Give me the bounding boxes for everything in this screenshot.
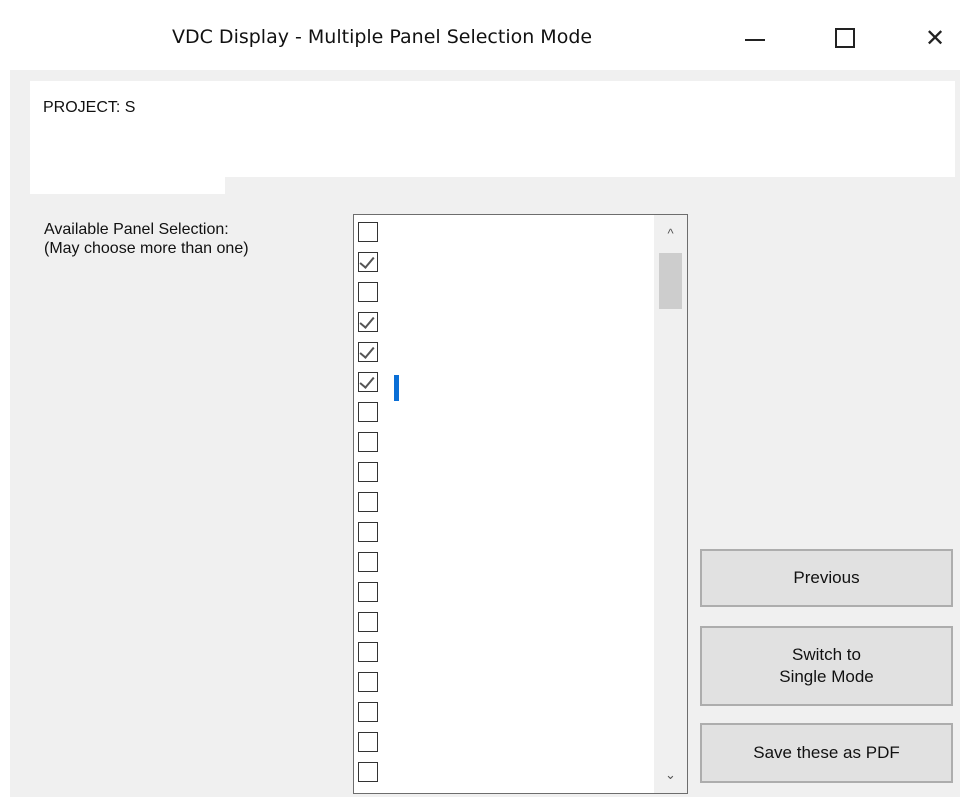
previous-button[interactable]: Previous [700, 549, 953, 607]
minimize-button[interactable] [732, 18, 778, 58]
vertical-scrollbar[interactable]: ^ ⌄ [654, 215, 687, 793]
scroll-down-button[interactable]: ⌄ [654, 759, 687, 791]
selection-highlight-left [394, 375, 399, 401]
panel-checkbox[interactable] [358, 642, 378, 662]
switch-button-label: Switch to Single Mode [779, 645, 874, 686]
panel-checked-listbox[interactable]: ^ ⌄ [353, 214, 688, 794]
panel-checkbox[interactable] [358, 552, 378, 572]
previous-button-label: Previous [793, 568, 860, 587]
project-info-panel-extension [30, 122, 225, 194]
list-item[interactable] [356, 398, 652, 428]
panel-checkbox[interactable] [358, 612, 378, 632]
chevron-down-icon: ⌄ [665, 767, 676, 782]
list-item[interactable] [356, 698, 652, 728]
minimize-icon [745, 39, 765, 41]
list-item[interactable] [356, 248, 652, 278]
available-panel-label: Available Panel Selection: (May choose m… [44, 221, 249, 257]
list-item[interactable] [356, 518, 652, 548]
window-title: VDC Display - Multiple Panel Selection M… [172, 26, 593, 48]
save-pdf-button-label: Save these as PDF [753, 743, 900, 762]
panel-checkbox[interactable] [358, 252, 378, 272]
chevron-up-icon: ^ [667, 225, 674, 241]
list-item[interactable] [356, 578, 652, 608]
list-item[interactable] [356, 458, 652, 488]
close-button[interactable]: ✕ [912, 18, 958, 58]
list-item[interactable] [356, 218, 652, 248]
panel-checkbox[interactable] [358, 462, 378, 482]
form-body: PROJECT: S Available Panel Selection: (M… [10, 70, 960, 797]
list-item[interactable] [356, 728, 652, 758]
scroll-up-button[interactable]: ^ [654, 217, 687, 249]
scrollbar-thumb[interactable] [659, 253, 682, 309]
list-item[interactable] [356, 428, 652, 458]
switch-to-single-mode-button[interactable]: Switch to Single Mode [700, 626, 953, 706]
panel-checkbox[interactable] [358, 672, 378, 692]
list-item[interactable] [356, 488, 652, 518]
maximize-icon [835, 28, 855, 48]
save-as-pdf-button[interactable]: Save these as PDF [700, 723, 953, 783]
panel-checkbox[interactable] [358, 582, 378, 602]
panel-checkbox[interactable] [358, 702, 378, 722]
panel-list [356, 218, 652, 788]
title-bar: VDC Display - Multiple Panel Selection M… [0, 0, 970, 70]
list-item[interactable] [356, 368, 652, 398]
panel-checkbox[interactable] [358, 522, 378, 542]
maximize-button[interactable] [822, 18, 868, 58]
panel-checkbox[interactable] [358, 402, 378, 422]
panel-checkbox[interactable] [358, 312, 378, 332]
list-item[interactable] [356, 278, 652, 308]
list-item[interactable] [356, 608, 652, 638]
list-item[interactable] [356, 758, 652, 788]
list-item[interactable] [356, 308, 652, 338]
panel-checkbox[interactable] [358, 342, 378, 362]
list-item[interactable] [356, 338, 652, 368]
list-item[interactable] [356, 638, 652, 668]
panel-checkbox[interactable] [358, 762, 378, 782]
project-label: PROJECT: S [43, 99, 136, 116]
panel-checkbox[interactable] [358, 282, 378, 302]
panel-checkbox[interactable] [358, 732, 378, 752]
panel-checkbox[interactable] [358, 372, 378, 392]
panel-checkbox[interactable] [358, 432, 378, 452]
panel-checkbox[interactable] [358, 492, 378, 512]
list-item[interactable] [356, 548, 652, 578]
close-icon: ✕ [924, 24, 946, 52]
list-item[interactable] [356, 668, 652, 698]
panel-checkbox[interactable] [358, 222, 378, 242]
